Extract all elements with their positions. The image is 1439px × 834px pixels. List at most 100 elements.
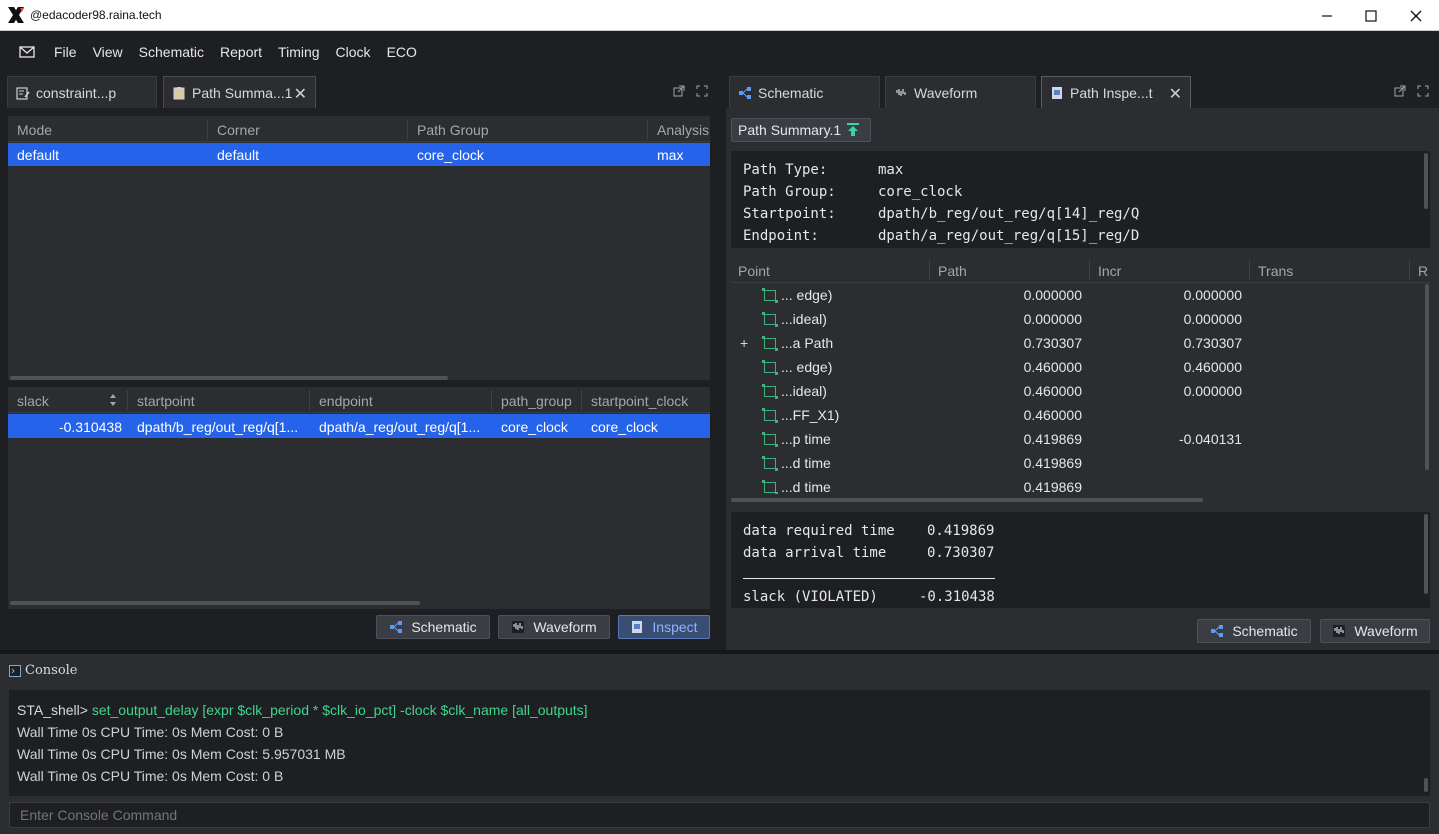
horizontal-scrollbar[interactable] xyxy=(10,376,448,380)
table-row[interactable]: ...FF_X1) 0.460000 xyxy=(731,404,1430,428)
schematic-button[interactable]: Schematic xyxy=(1197,619,1311,643)
window-title: @edacoder98.raina.tech xyxy=(30,8,162,22)
col-slack[interactable]: slack xyxy=(17,393,49,409)
summary-table-header: Mode Corner Path Group Analysis xyxy=(8,116,710,142)
tab-constraint[interactable]: constraint...p xyxy=(7,76,157,108)
col-trans[interactable]: Trans xyxy=(1258,263,1293,279)
clipboard-icon xyxy=(173,86,185,99)
table-row[interactable]: ...d time 0.419869 xyxy=(731,452,1430,476)
pin-node-icon xyxy=(762,408,778,423)
inspect-button[interactable]: Inspect xyxy=(618,615,710,639)
required-time-label: data required time xyxy=(743,523,895,539)
table-row[interactable]: ... edge) 0.000000 0.000000 xyxy=(731,284,1430,308)
path-table-header: slack startpoint endpoint path_group sta… xyxy=(8,387,710,413)
menu-view[interactable]: View xyxy=(93,44,123,60)
table-row[interactable]: ...ideal) 0.000000 0.000000 xyxy=(731,308,1430,332)
tab-schematic[interactable]: Schematic xyxy=(729,76,880,108)
col-path-group[interactable]: path_group xyxy=(501,393,572,409)
cell-path: 0.419869 xyxy=(1023,479,1082,494)
col-incr[interactable]: Incr xyxy=(1098,263,1121,279)
summary-table: Mode Corner Path Group Analysis default … xyxy=(8,116,710,380)
waveform-button[interactable]: Waveform xyxy=(498,615,610,639)
tab-path-summary-label: Path Summa...1 xyxy=(192,84,293,101)
menu-schematic[interactable]: Schematic xyxy=(139,44,204,60)
pin-node-icon xyxy=(762,456,778,471)
cell-path: 0.460000 xyxy=(1023,359,1082,375)
cell-path: 0.460000 xyxy=(1023,383,1082,399)
popout-icon[interactable] xyxy=(673,85,685,97)
cell-incr: 0.000000 xyxy=(1183,383,1242,399)
table-row[interactable]: -0.310438 dpath/b_reg/out_reg/q[1... dpa… xyxy=(8,414,710,438)
minimize-button[interactable] xyxy=(1304,2,1350,29)
table-row[interactable]: default default core_clock max xyxy=(8,143,710,166)
vertical-scrollbar[interactable] xyxy=(1424,153,1428,209)
console-line: Wall Time 0s CPU Time: 0s Mem Cost: 5.95… xyxy=(17,746,346,762)
point-rows: ... edge) 0.000000 0.000000 ...ideal) 0.0000… xyxy=(731,284,1430,494)
fullscreen-icon[interactable] xyxy=(696,85,708,97)
table-row[interactable]: ...p time 0.419869 -0.040131 xyxy=(731,428,1430,452)
source-chip[interactable]: Path Summary.1 xyxy=(731,118,871,142)
menu-timing[interactable]: Timing xyxy=(278,44,320,60)
close-window-button[interactable] xyxy=(1393,2,1439,29)
path-info-value: max xyxy=(878,162,904,178)
table-row[interactable]: ...ideal) 0.460000 0.000000 xyxy=(731,380,1430,404)
tab-path-summary[interactable]: Path Summa...1 ✕ xyxy=(163,76,316,108)
cell-path: 0.730307 xyxy=(1023,335,1082,351)
panel-splitter[interactable] xyxy=(718,72,726,650)
col-corner[interactable]: Corner xyxy=(217,122,260,138)
table-row[interactable]: ... edge) 0.460000 0.460000 xyxy=(731,356,1430,380)
cell-point: ...d time xyxy=(781,479,831,494)
popout-icon[interactable] xyxy=(1394,85,1406,97)
vertical-scrollbar[interactable] xyxy=(1425,284,1429,470)
menu-file[interactable]: File xyxy=(54,44,77,60)
horizontal-scrollbar[interactable] xyxy=(10,601,420,605)
col-startpoint-clock[interactable]: startpoint_clock xyxy=(591,393,688,409)
vertical-scrollbar[interactable] xyxy=(1424,514,1428,594)
vertical-scrollbar[interactable] xyxy=(1424,778,1428,792)
maximize-icon xyxy=(1365,9,1377,22)
col-mode[interactable]: Mode xyxy=(17,122,52,138)
tab-path-inspect[interactable]: Path Inspe...t ✕ xyxy=(1041,76,1191,108)
tab-waveform[interactable]: Waveform xyxy=(885,76,1036,108)
col-point[interactable]: Point xyxy=(738,263,770,279)
maximize-button[interactable] xyxy=(1348,2,1394,29)
waveform-icon xyxy=(512,621,525,633)
col-path-group[interactable]: Path Group xyxy=(417,122,489,138)
app-logo-icon xyxy=(8,7,24,23)
waveform-button[interactable]: Waveform xyxy=(1320,619,1430,643)
expand-icon[interactable]: + xyxy=(740,335,748,351)
cell-path: 0.419869 xyxy=(1023,455,1082,471)
close-tab-icon[interactable]: ✕ xyxy=(1169,84,1182,104)
horizontal-scrollbar[interactable] xyxy=(731,498,1203,502)
console-input[interactable] xyxy=(9,802,1430,828)
point-table-header: Point Path Incr Trans R xyxy=(731,258,1430,283)
table-row[interactable]: ...d time 0.419869 xyxy=(731,476,1430,494)
console-title: Console xyxy=(25,663,78,678)
schematic-button[interactable]: Schematic xyxy=(376,615,490,639)
schematic-icon xyxy=(1211,625,1224,637)
fullscreen-icon[interactable] xyxy=(1417,85,1429,97)
console-icon xyxy=(9,665,21,677)
mail-icon[interactable] xyxy=(19,44,35,60)
menu-eco[interactable]: ECO xyxy=(387,44,417,60)
schematic-icon xyxy=(739,86,751,99)
path-inspect-body: Path Summary.1 Path Type: max Path Group… xyxy=(726,108,1439,650)
divider xyxy=(743,578,995,579)
tab-schematic-label: Schematic xyxy=(758,84,824,101)
title-bar: @edacoder98.raina.tech xyxy=(0,0,1439,31)
col-path[interactable]: Path xyxy=(938,263,967,279)
close-tab-icon[interactable]: ✕ xyxy=(294,84,307,104)
menu-report[interactable]: Report xyxy=(220,44,262,60)
inspect-icon xyxy=(1052,86,1062,99)
col-analysis[interactable]: Analysis xyxy=(657,122,709,138)
menu-clock[interactable]: Clock xyxy=(336,44,371,60)
path-info-key: Path Type: xyxy=(743,162,828,178)
inspect-button-label: Inspect xyxy=(652,619,698,635)
col-endpoint[interactable]: endpoint xyxy=(319,393,373,409)
console-output: STA_shell> set_output_delay [expr $clk_p… xyxy=(9,690,1430,796)
sort-icon[interactable] xyxy=(109,393,117,407)
table-row[interactable]: + ...a Path 0.730307 0.730307 xyxy=(731,332,1430,356)
cell-point: ... edge) xyxy=(781,359,833,375)
col-r[interactable]: R xyxy=(1418,263,1428,279)
col-startpoint[interactable]: startpoint xyxy=(137,393,195,409)
